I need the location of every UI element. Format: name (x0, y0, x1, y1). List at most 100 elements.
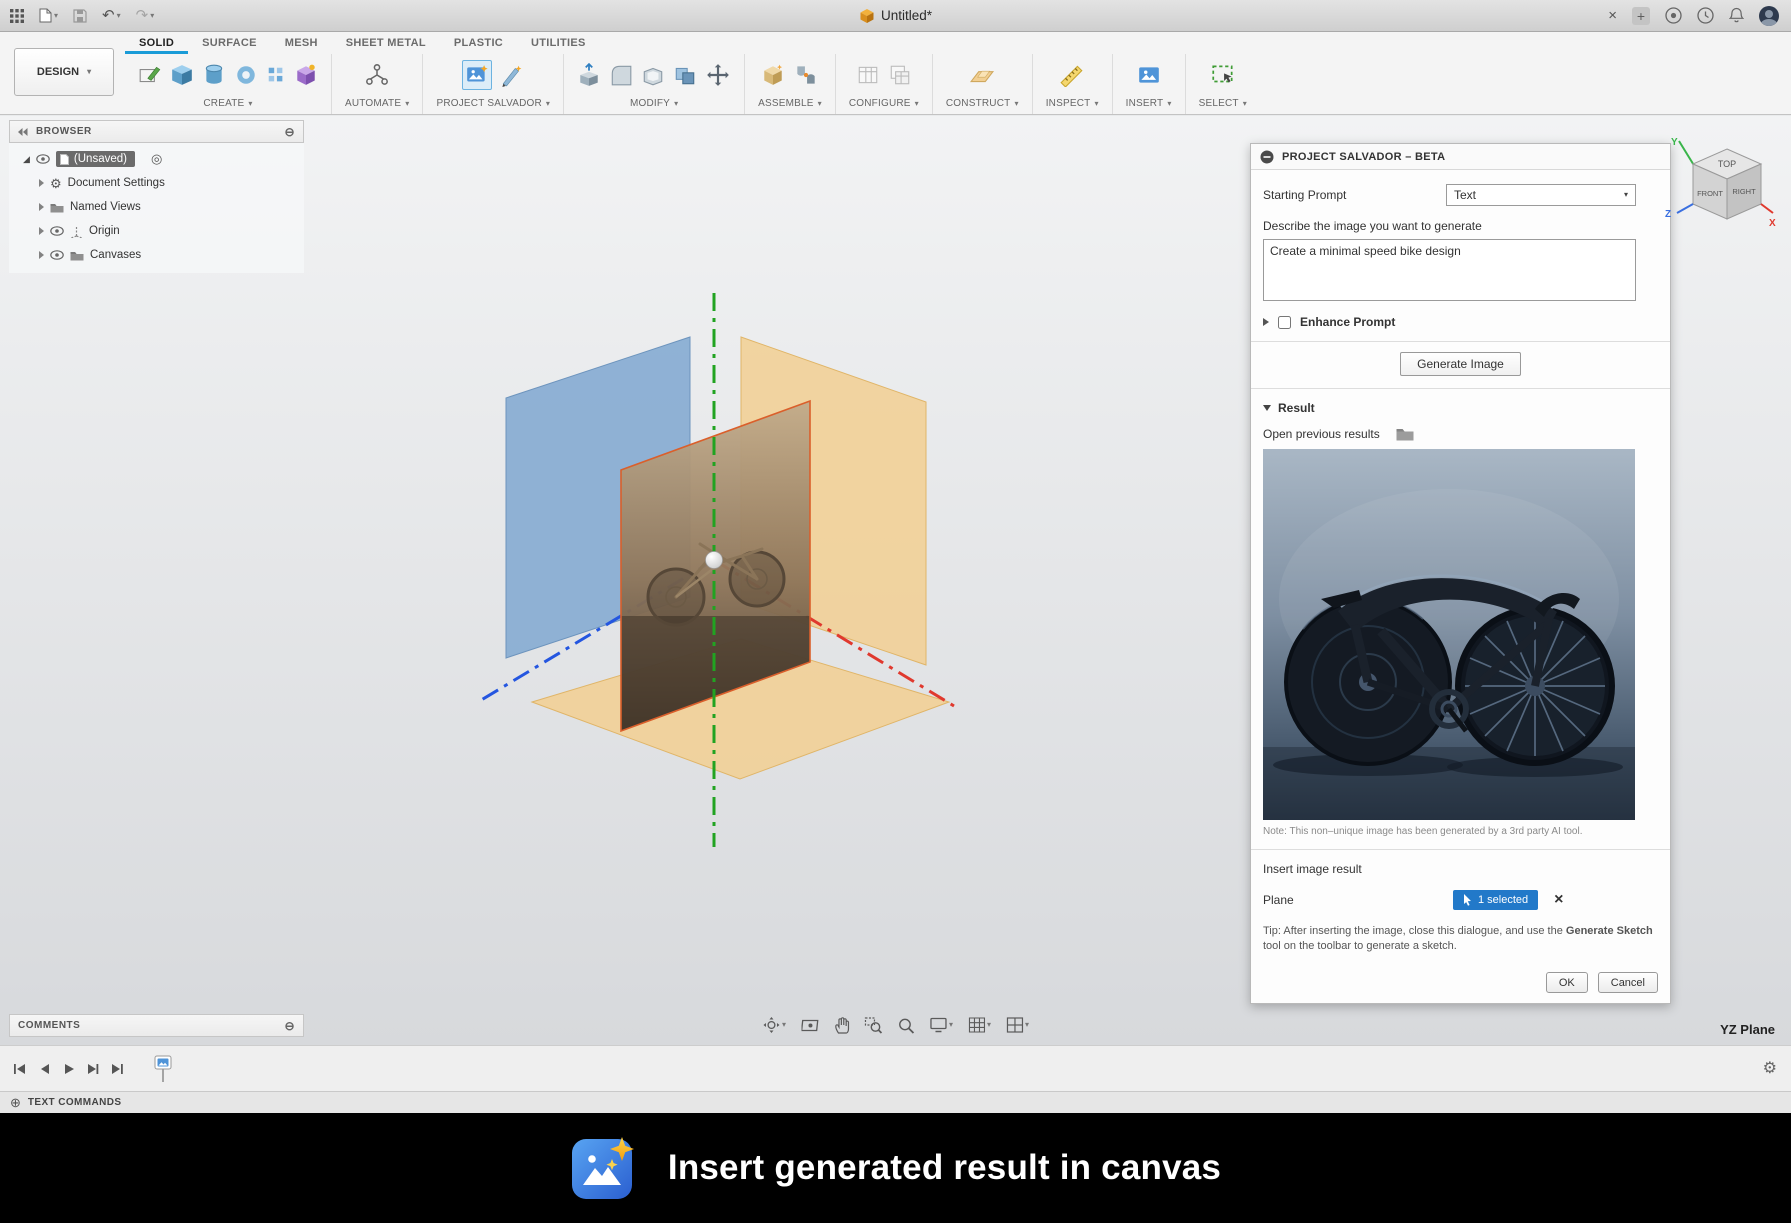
history-clock-icon[interactable] (1697, 7, 1714, 24)
expander-icon[interactable] (39, 251, 44, 259)
move-icon[interactable] (705, 62, 731, 88)
expander-icon[interactable] (39, 227, 44, 235)
automate-menu[interactable]: AUTOMATE▾ (345, 98, 409, 114)
visibility-eye-icon[interactable] (36, 154, 50, 164)
panel-minimize-icon[interactable]: ⊖ (284, 1020, 295, 1032)
tree-item-document-settings[interactable]: ⚙ Document Settings (9, 171, 304, 195)
panel-minimize-icon[interactable]: ⊖ (284, 126, 295, 138)
modify-menu[interactable]: MODIFY▾ (630, 98, 678, 114)
tab-surface[interactable]: SURFACE (188, 32, 271, 54)
pan-button[interactable] (834, 1017, 849, 1034)
pattern-icon[interactable] (266, 65, 286, 85)
extensions-icon[interactable] (1665, 7, 1682, 24)
tab-mesh[interactable]: MESH (271, 32, 332, 54)
tree-item-named-views[interactable]: Named Views (9, 195, 304, 219)
close-icon[interactable]: × (1608, 8, 1617, 23)
dialog-header[interactable]: PROJECT SALVADOR – BETA (1251, 144, 1670, 170)
tab-utilities[interactable]: UTILITIES (517, 32, 600, 54)
tab-sheet-metal[interactable]: SHEET METAL (332, 32, 440, 54)
configuration-variants-icon[interactable] (888, 63, 912, 87)
joint-icon[interactable] (793, 63, 819, 87)
new-tab-icon[interactable]: + (1632, 7, 1650, 25)
create-menu[interactable]: CREATE▾ (203, 98, 252, 114)
ok-button[interactable]: OK (1546, 972, 1588, 993)
timeline-settings-gear-icon[interactable]: ⚙ (1763, 1061, 1791, 1077)
cylinder-icon[interactable] (202, 63, 226, 87)
combine-icon[interactable] (673, 63, 697, 87)
new-component-icon[interactable] (761, 63, 785, 87)
browser-header[interactable]: BROWSER ⊖ (9, 120, 304, 143)
construction-plane-icon[interactable] (968, 63, 996, 87)
generated-result-image[interactable] (1263, 449, 1635, 820)
save-icon[interactable] (73, 9, 87, 23)
expander-icon[interactable] (39, 179, 44, 187)
visibility-eye-icon[interactable] (50, 250, 64, 260)
enhance-prompt-checkbox[interactable] (1278, 316, 1291, 329)
insert-image-icon[interactable] (1137, 63, 1161, 87)
expander-icon[interactable] (39, 203, 44, 211)
panel-collapse-icon[interactable] (1260, 150, 1274, 164)
fillet-icon[interactable] (609, 63, 633, 87)
tab-plastic[interactable]: PLASTIC (440, 32, 517, 54)
tree-item-canvases[interactable]: Canvases (9, 243, 304, 267)
measure-icon[interactable] (1059, 63, 1085, 87)
step-back-icon[interactable] (38, 1062, 51, 1076)
generate-image-icon[interactable] (462, 60, 492, 90)
tab-solid[interactable]: SOLID (125, 32, 188, 54)
shell-icon[interactable] (641, 63, 665, 87)
user-avatar[interactable] (1759, 6, 1779, 26)
configuration-table-icon[interactable] (856, 63, 880, 87)
collapse-left-icon[interactable] (18, 128, 28, 136)
open-results-folder-icon[interactable] (1396, 427, 1414, 441)
origin-point[interactable] (706, 552, 723, 569)
play-icon[interactable] (62, 1062, 75, 1076)
step-forward-icon[interactable] (86, 1062, 99, 1076)
view-cube[interactable]: Y TOP FRONT RIGHT X Z (1661, 133, 1779, 237)
extrude-icon[interactable] (170, 63, 194, 87)
assemble-menu[interactable]: ASSEMBLE▾ (758, 98, 822, 114)
visibility-eye-icon[interactable] (50, 226, 64, 236)
look-at-button[interactable] (801, 1018, 819, 1033)
inspect-menu[interactable]: INSPECT▾ (1046, 98, 1099, 114)
clear-selection-icon[interactable]: × (1554, 892, 1563, 908)
zoom-button[interactable] (897, 1017, 914, 1034)
torus-icon[interactable] (234, 63, 258, 87)
undo-button[interactable]: ↶ ▾ (102, 8, 121, 23)
create-sketch-icon[interactable] (138, 63, 162, 87)
generate-sketch-icon[interactable] (500, 63, 524, 87)
cancel-button[interactable]: Cancel (1598, 972, 1658, 993)
starting-prompt-select[interactable]: Text ▾ (1446, 184, 1636, 206)
expand-arrow-icon[interactable] (1263, 318, 1269, 326)
project-salvador-menu[interactable]: PROJECT SALVADOR▾ (436, 98, 550, 114)
tree-item-root[interactable]: ◢ (Unsaved) ◎ (9, 147, 304, 171)
file-menu-button[interactable]: ▾ (39, 8, 58, 23)
canvas-feature-marker[interactable] (153, 1054, 173, 1084)
select-box-icon[interactable] (1210, 63, 1236, 87)
skip-to-start-icon[interactable] (12, 1062, 27, 1076)
insert-menu[interactable]: INSERT▾ (1126, 98, 1172, 114)
automate-icon[interactable] (364, 63, 390, 87)
notifications-bell-icon[interactable] (1729, 7, 1744, 24)
zoom-window-button[interactable] (864, 1017, 882, 1034)
redo-button[interactable]: ↷ ▾ (136, 8, 155, 23)
expander-open-icon[interactable]: ◢ (23, 155, 30, 164)
viewports-button[interactable]: ▾ (1006, 1017, 1029, 1033)
display-settings-button[interactable]: ▾ (929, 1017, 953, 1033)
construct-menu[interactable]: CONSTRUCT▾ (946, 98, 1019, 114)
grid-snaps-button[interactable]: ▾ (968, 1017, 991, 1033)
configure-menu[interactable]: CONFIGURE▾ (849, 98, 919, 114)
comments-bar[interactable]: COMMENTS ⊖ (9, 1014, 304, 1037)
workspace-selector[interactable]: DESIGN ▾ (14, 48, 114, 96)
activate-target-icon[interactable]: ◎ (151, 151, 162, 167)
skip-to-end-icon[interactable] (110, 1062, 125, 1076)
prompt-input[interactable]: Create a minimal speed bike design (1263, 239, 1636, 301)
generate-image-button[interactable]: Generate Image (1400, 352, 1521, 376)
orbit-button[interactable]: ▾ (762, 1016, 786, 1034)
press-pull-icon[interactable] (577, 63, 601, 87)
select-menu[interactable]: SELECT▾ (1199, 98, 1247, 114)
root-document-pill[interactable]: (Unsaved) (56, 151, 135, 167)
form-icon[interactable] (294, 63, 318, 87)
text-commands-bar[interactable]: ⊕ TEXT COMMANDS (0, 1091, 1791, 1113)
result-section-header[interactable]: Result (1263, 401, 1658, 415)
app-grid-icon[interactable] (10, 9, 24, 23)
